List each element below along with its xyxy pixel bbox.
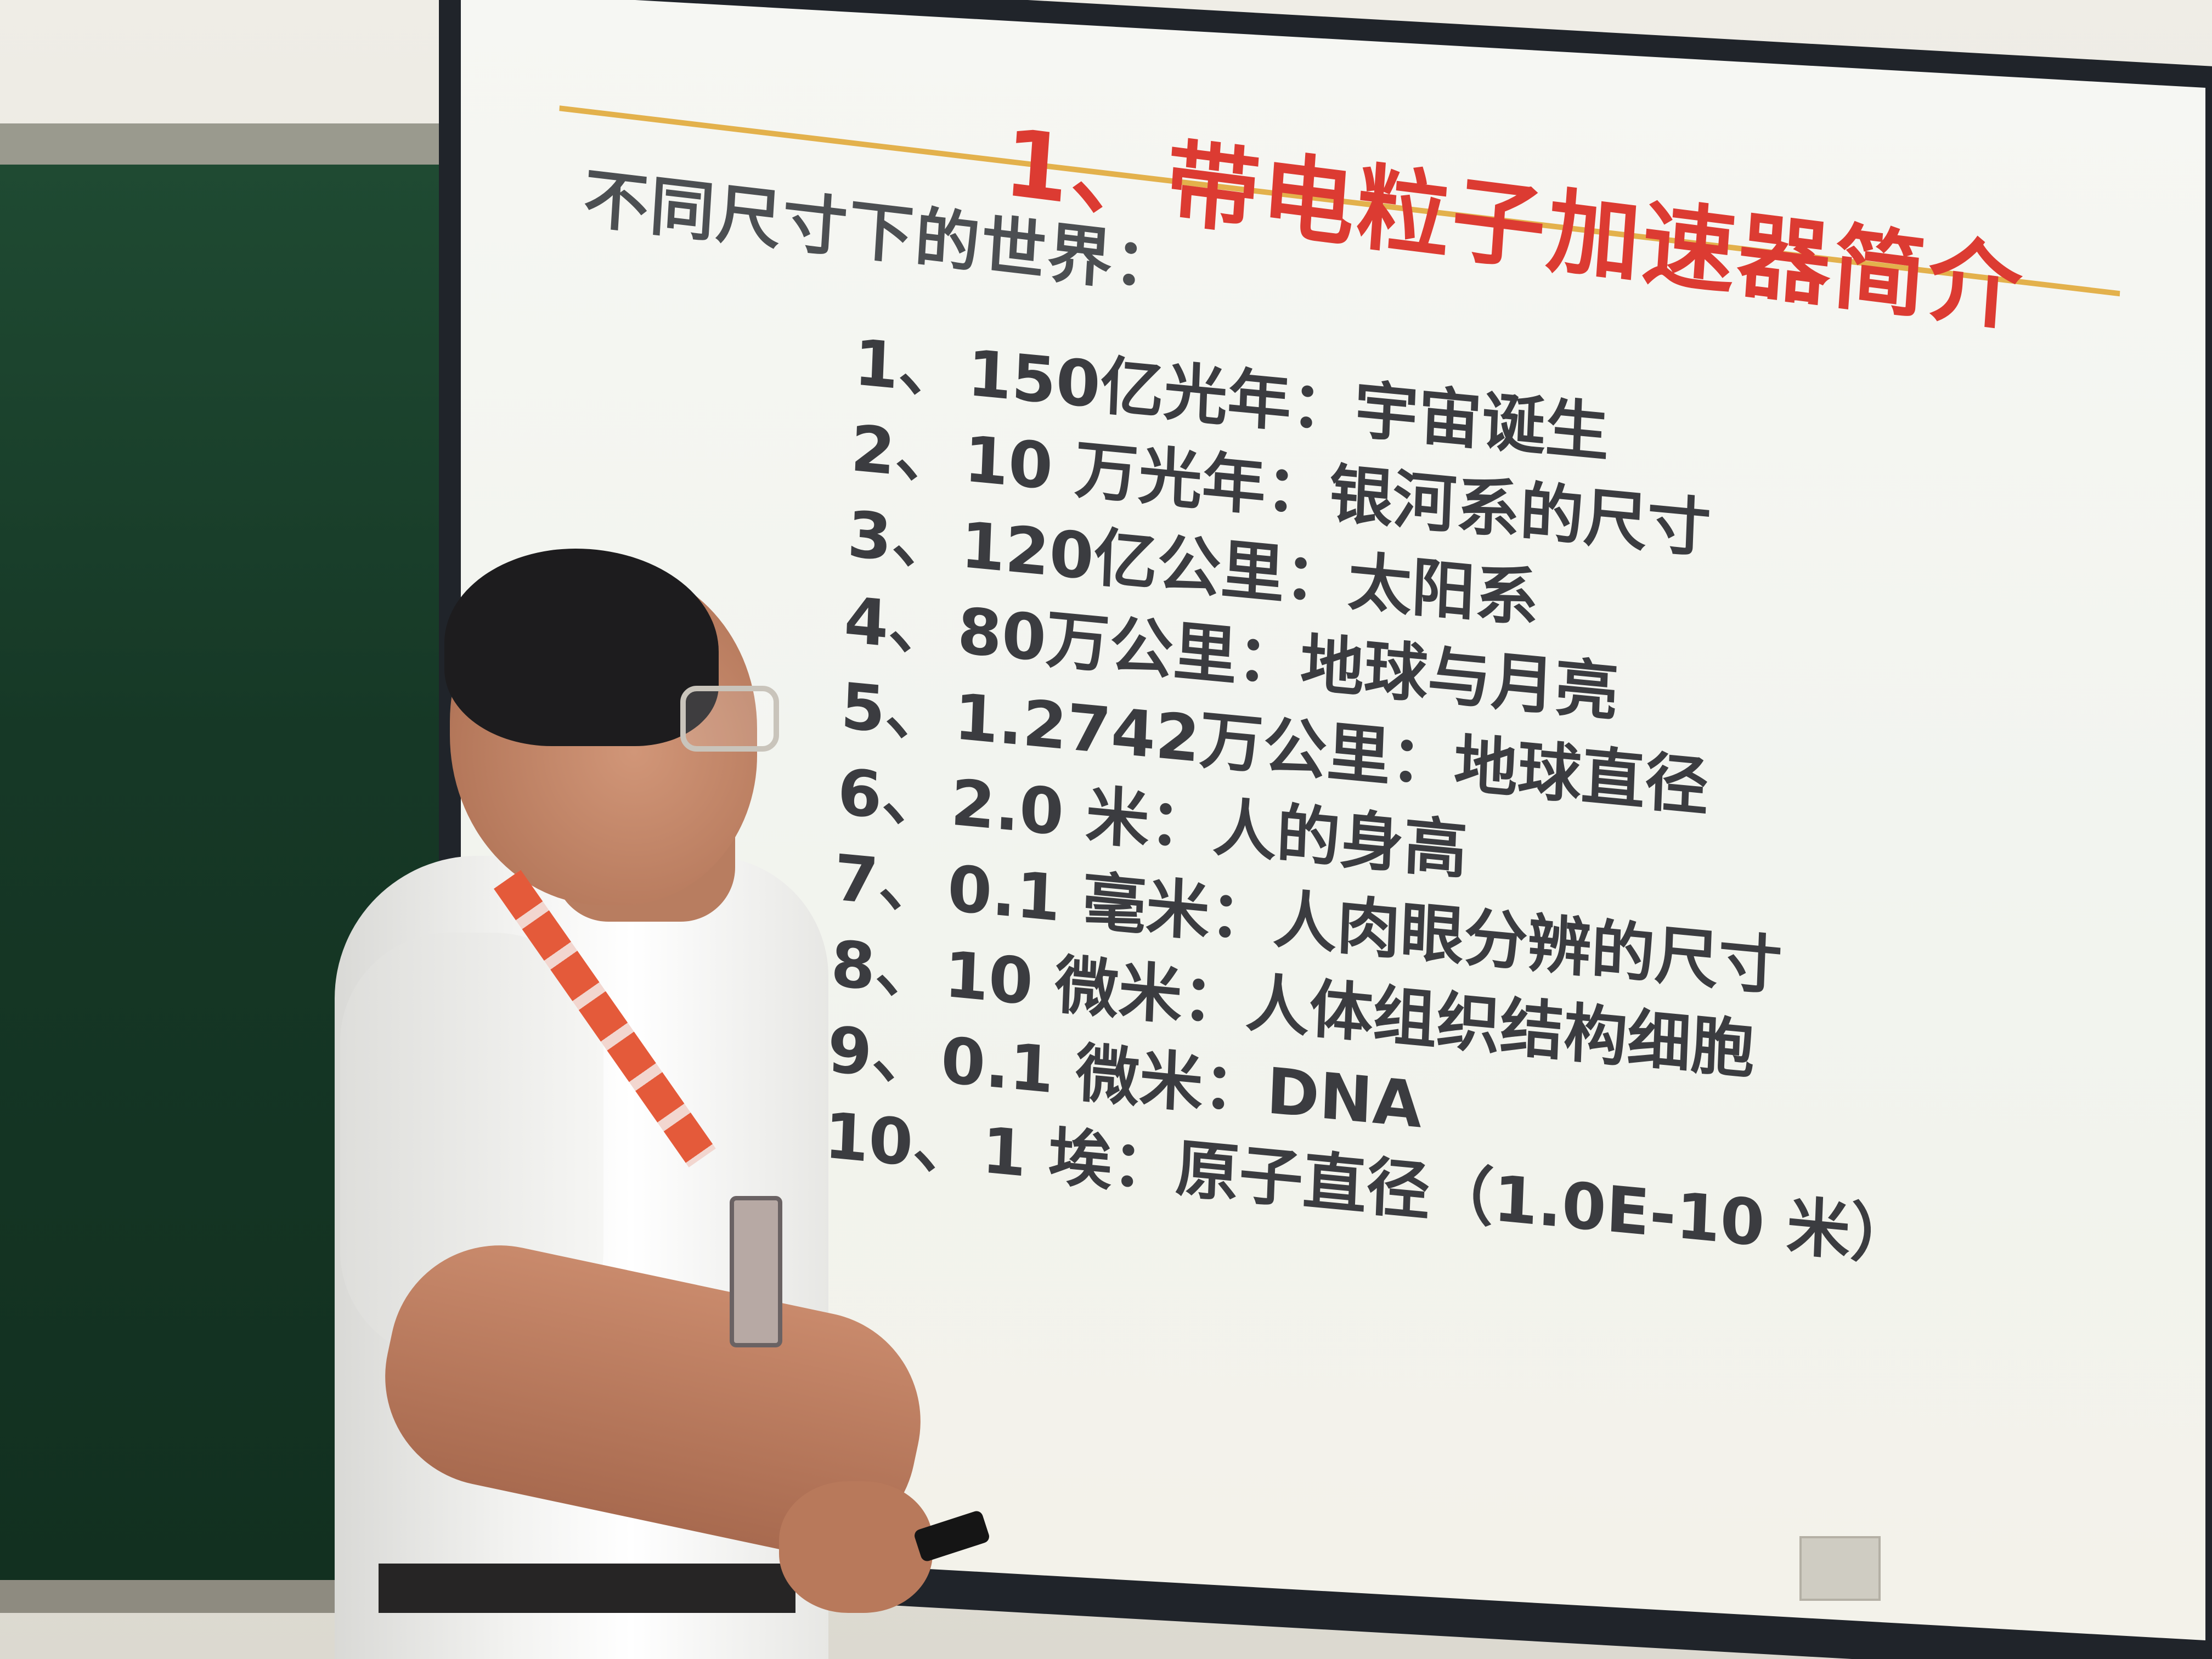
projector-screen-frame: 1、带电粒子加速器简介 不同尺寸下的世界： 1、150亿光年：宇宙诞生 2、10… bbox=[439, 0, 2212, 1659]
item-number: 2、 bbox=[849, 411, 961, 496]
item-number: 3、 bbox=[846, 497, 957, 582]
item-number: 5、 bbox=[839, 669, 951, 753]
item-number: 1、 bbox=[853, 325, 964, 410]
scale-list: 1、150亿光年：宇宙诞生 2、10 万光年：银河系的尺寸 3、120亿公里：太… bbox=[823, 319, 1945, 1281]
item-number: 4、 bbox=[843, 583, 954, 668]
item-number: 6、 bbox=[836, 755, 947, 839]
wall-outlet bbox=[1799, 1536, 1881, 1601]
projector-screen: 1、带电粒子加速器简介 不同尺寸下的世界： 1、150亿光年：宇宙诞生 2、10… bbox=[461, 0, 2205, 1641]
chalkboard-ledge bbox=[0, 1580, 494, 1613]
item-number: 9、 bbox=[826, 1012, 937, 1097]
item-number: 10、 bbox=[823, 1098, 978, 1187]
chalkboard bbox=[0, 165, 466, 1596]
item-number: 7、 bbox=[833, 840, 944, 925]
lecture-scene: 1、带电粒子加速器简介 不同尺寸下的世界： 1、150亿光年：宇宙诞生 2、10… bbox=[0, 0, 2212, 1659]
item-number: 8、 bbox=[830, 927, 940, 1011]
